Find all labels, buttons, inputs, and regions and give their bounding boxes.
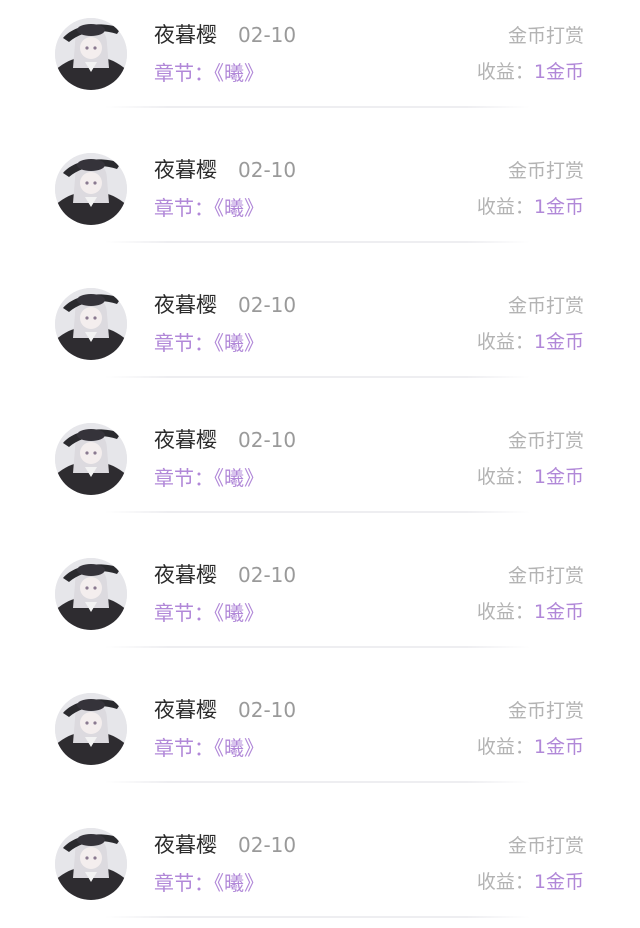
user-avatar-icon[interactable] <box>55 423 127 495</box>
chapter-link[interactable]: 章节：《曦》 <box>154 60 264 86</box>
user-avatar-icon[interactable] <box>55 828 127 900</box>
chapter-link[interactable]: 章节：《曦》 <box>154 330 264 356</box>
user-name[interactable]: 夜暮樱 <box>154 697 217 723</box>
income-info: 收益：1金币 <box>477 59 584 85</box>
reward-list-item[interactable]: 夜暮樱 02-10 章节：《曦》 金币打赏 收益：1金币 <box>0 405 640 540</box>
income-label: 收益： <box>476 61 534 83</box>
income-label: 收益： <box>476 871 534 893</box>
user-avatar-icon[interactable] <box>55 558 127 630</box>
reward-date: 02-10 <box>238 698 297 722</box>
income-value: 1金币 <box>533 61 584 83</box>
user-name[interactable]: 夜暮樱 <box>154 292 217 318</box>
income-info: 收益：1金币 <box>477 599 584 625</box>
chapter-link[interactable]: 章节：《曦》 <box>154 465 264 491</box>
reward-type-label: 金币打赏 <box>507 835 584 857</box>
row-divider <box>105 916 530 918</box>
reward-date: 02-10 <box>238 428 297 452</box>
reward-date: 02-10 <box>238 23 297 47</box>
income-info: 收益：1金币 <box>477 464 584 490</box>
reward-type-label: 金币打赏 <box>507 565 584 587</box>
reward-list: 夜暮樱 02-10 章节：《曦》 金币打赏 收益：1金币 夜暮樱 02-10 章… <box>0 0 640 928</box>
reward-type-label: 金币打赏 <box>507 295 584 317</box>
income-value: 1金币 <box>533 331 584 353</box>
income-info: 收益：1金币 <box>477 194 584 220</box>
user-name[interactable]: 夜暮樱 <box>154 157 217 183</box>
row-divider <box>105 376 530 378</box>
chapter-link[interactable]: 章节：《曦》 <box>154 195 264 221</box>
income-value: 1金币 <box>533 196 584 218</box>
user-avatar-icon[interactable] <box>55 693 127 765</box>
row-divider <box>105 781 530 783</box>
reward-type-label: 金币打赏 <box>507 160 584 182</box>
user-avatar-icon[interactable] <box>55 288 127 360</box>
income-value: 1金币 <box>533 466 584 488</box>
reward-type-label: 金币打赏 <box>507 700 584 722</box>
reward-type-label: 金币打赏 <box>507 430 584 452</box>
reward-type-label: 金币打赏 <box>507 25 584 47</box>
reward-date: 02-10 <box>238 833 297 857</box>
reward-list-item[interactable]: 夜暮樱 02-10 章节：《曦》 金币打赏 收益：1金币 <box>0 540 640 675</box>
income-label: 收益： <box>476 601 534 623</box>
chapter-link[interactable]: 章节：《曦》 <box>154 870 264 896</box>
reward-list-item[interactable]: 夜暮樱 02-10 章节：《曦》 金币打赏 收益：1金币 <box>0 270 640 405</box>
income-label: 收益： <box>476 196 534 218</box>
chapter-link[interactable]: 章节：《曦》 <box>154 600 264 626</box>
income-value: 1金币 <box>533 871 584 893</box>
user-name[interactable]: 夜暮樱 <box>154 562 217 588</box>
income-info: 收益：1金币 <box>477 869 584 895</box>
user-avatar-icon[interactable] <box>55 153 127 225</box>
reward-list-item[interactable]: 夜暮樱 02-10 章节：《曦》 金币打赏 收益：1金币 <box>0 0 640 135</box>
row-divider <box>105 646 530 648</box>
income-info: 收益：1金币 <box>477 329 584 355</box>
row-divider <box>105 106 530 108</box>
income-value: 1金币 <box>533 601 584 623</box>
user-name[interactable]: 夜暮樱 <box>154 832 217 858</box>
reward-date: 02-10 <box>238 158 297 182</box>
reward-date: 02-10 <box>238 293 297 317</box>
reward-date: 02-10 <box>238 563 297 587</box>
user-name[interactable]: 夜暮樱 <box>154 22 217 48</box>
income-label: 收益： <box>476 466 534 488</box>
reward-list-item[interactable]: 夜暮樱 02-10 章节：《曦》 金币打赏 收益：1金币 <box>0 810 640 928</box>
reward-list-item[interactable]: 夜暮樱 02-10 章节：《曦》 金币打赏 收益：1金币 <box>0 675 640 810</box>
income-label: 收益： <box>476 736 534 758</box>
user-name[interactable]: 夜暮樱 <box>154 427 217 453</box>
reward-list-item[interactable]: 夜暮樱 02-10 章节：《曦》 金币打赏 收益：1金币 <box>0 135 640 270</box>
row-divider <box>105 241 530 243</box>
row-divider <box>105 511 530 513</box>
income-label: 收益： <box>476 331 534 353</box>
user-avatar-icon[interactable] <box>55 18 127 90</box>
income-info: 收益：1金币 <box>477 734 584 760</box>
income-value: 1金币 <box>533 736 584 758</box>
chapter-link[interactable]: 章节：《曦》 <box>154 735 264 761</box>
